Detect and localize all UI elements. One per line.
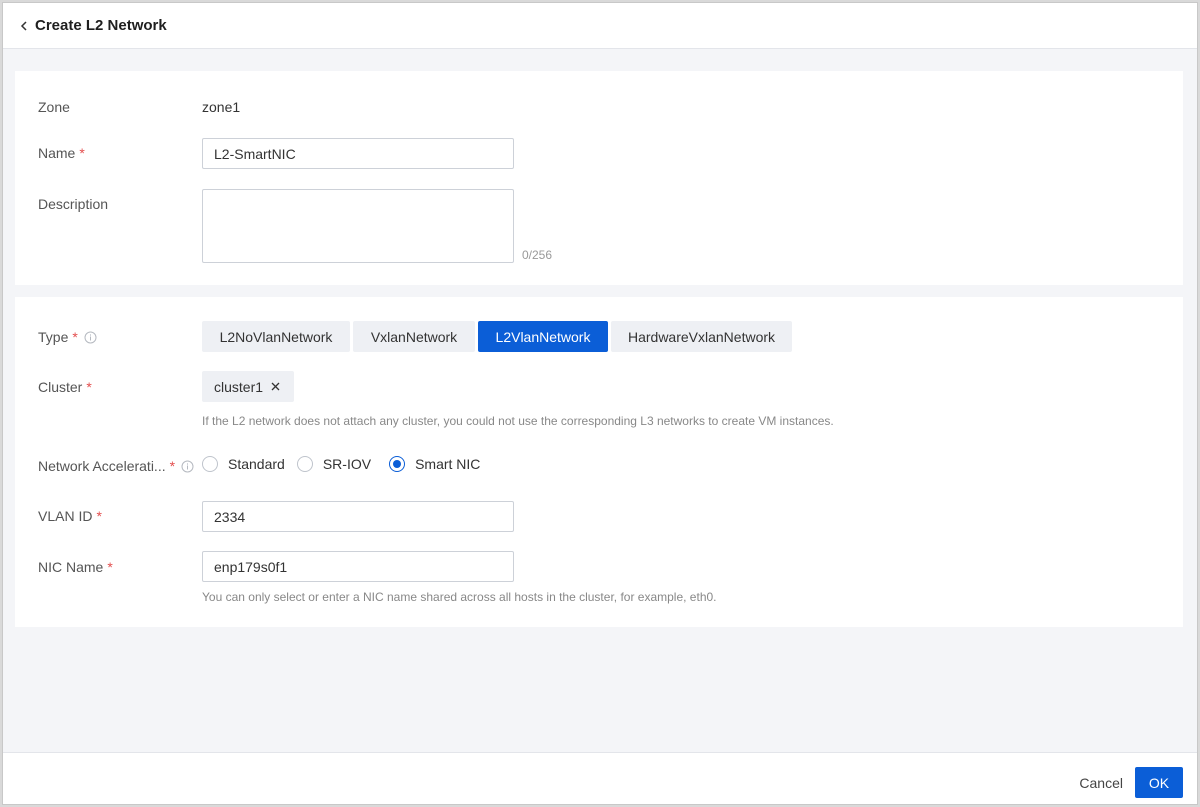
radio-sr-iov[interactable]: SR-IOV [296,456,377,472]
info-icon[interactable] [84,331,97,344]
radio-circle [202,456,218,472]
cluster-hint: If the L2 network does not attach any cl… [202,414,834,428]
required-asterisk: * [107,559,113,575]
create-l2-network-window: Create L2 Network Zone zone1 Name * L2-Sm… [2,2,1198,805]
page-header: Create L2 Network [3,3,1197,49]
type-option-vxlannetwork[interactable]: VxlanNetwork [353,321,475,352]
nic-name-label: NIC Name * [38,559,113,575]
required-asterisk: * [169,458,176,474]
nic-name-hint: You can only select or enter a NIC name … [202,590,717,604]
network-acceleration-label: Network Accelerati... * [38,458,194,474]
zone-value: zone1 [202,99,241,115]
type-option-l2vlannetwork[interactable]: L2VlanNetwork [478,321,608,352]
required-asterisk: * [96,508,102,524]
description-textarea[interactable] [202,189,514,263]
radio-smart-nic[interactable]: Smart NIC [389,456,486,472]
description-label: Description [38,196,109,212]
page-title: Create L2 Network [35,17,167,34]
name-input[interactable]: L2-SmartNIC [202,138,514,169]
ok-button[interactable]: OK [1135,767,1183,798]
radio-circle [296,456,313,472]
type-option-l2novlannetwork[interactable]: L2NoVlanNetwork [202,321,350,352]
required-asterisk: * [86,379,92,395]
network-acceleration-radio-group: Standard SR-IOV Smart NIC [202,456,492,472]
name-label: Name * [38,145,85,161]
cancel-button[interactable]: Cancel [1067,767,1135,798]
cluster-label: Cluster * [38,379,92,395]
network-config-card: Type * L2NoVlanNetwork VxlanNetwork L2Vla… [15,297,1183,627]
footer-bar: Cancel OK [3,752,1197,804]
chevron-left-icon[interactable] [17,19,31,33]
type-label: Type * [38,329,97,345]
zone-label: Zone [38,99,70,115]
vlan-id-input[interactable]: 2334 [202,501,514,532]
cluster-tag: cluster1 [202,371,294,402]
radio-standard[interactable]: Standard [202,456,291,472]
required-asterisk: * [72,329,78,345]
vlan-id-label: VLAN ID * [38,508,102,524]
info-icon[interactable] [181,460,194,473]
basic-info-card: Zone zone1 Name * L2-SmartNIC Description… [15,71,1183,285]
radio-circle-checked [389,456,406,472]
type-option-hardwarevxlannetwork[interactable]: HardwareVxlanNetwork [611,321,792,352]
required-asterisk: * [79,145,85,161]
nic-name-input[interactable]: enp179s0f1 [202,551,514,582]
description-counter: 0/256 [522,248,553,262]
close-icon[interactable] [271,382,280,391]
